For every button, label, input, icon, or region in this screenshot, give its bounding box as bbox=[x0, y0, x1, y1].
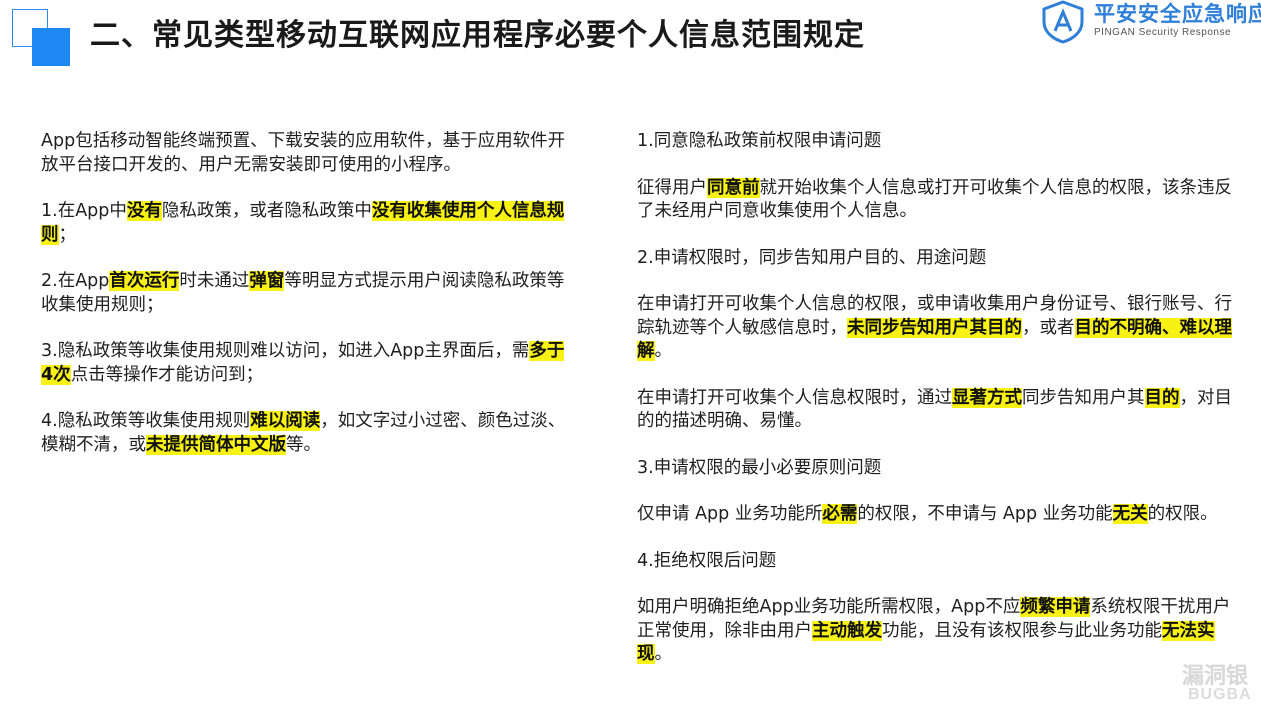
paragraph-text: 2.在App bbox=[41, 271, 110, 291]
paragraph-text: 3.申请权限的最小必要原则问题 bbox=[637, 457, 882, 478]
left-paragraph: 1.在App中没有隐私政策，或者隐私政策中没有收集使用个人信息规则； bbox=[41, 200, 571, 247]
brand-logo: 平安安全应急响应 PINGAN Security Response bbox=[1040, 0, 1261, 48]
paragraph-text: ； bbox=[58, 224, 77, 245]
highlighted-text: 未同步告知用户其目的 bbox=[847, 317, 1022, 338]
right-paragraph: 2.申请权限时，同步告知用户目的、用途问题 bbox=[637, 247, 1232, 271]
logo-text-cn: 平安安全应急响应 bbox=[1094, 2, 1261, 26]
shield-icon bbox=[1042, 0, 1084, 44]
highlighted-text: 同意前 bbox=[707, 177, 760, 198]
right-paragraph: 1.同意隐私政策前权限申请问题 bbox=[637, 130, 1232, 154]
paragraph-text: 1.同意隐私政策前权限申请问题 bbox=[637, 131, 882, 151]
paragraph-text: 功能，且没有该权限参与此业务功能 bbox=[882, 620, 1162, 641]
right-paragraph: 如用户明确拒绝App业务功能所需权限，App不应频繁申请系统权限干扰用户正常使用… bbox=[637, 596, 1232, 667]
paragraph-text: 在申请打开可收集个人信息权限时，通过 bbox=[637, 387, 952, 408]
highlighted-text: 难以阅读 bbox=[250, 411, 321, 431]
paragraph-text: 。 bbox=[654, 644, 673, 664]
right-paragraph: 在申请打开可收集个人信息的权限，或申请收集用户身份证号、银行账号、行踪轨迹等个人… bbox=[637, 293, 1232, 364]
paragraph-text: 4.拒绝权限后问题 bbox=[637, 550, 777, 571]
paragraph-text: 点击等操作才能访问到； bbox=[70, 364, 264, 385]
highlighted-text: 显著方式 bbox=[952, 387, 1022, 408]
paragraph-text: 隐私政策，或者隐私政策中 bbox=[161, 201, 372, 221]
paragraph-text: 征得用户 bbox=[637, 177, 707, 198]
paragraph-text: 等。 bbox=[286, 434, 321, 455]
paragraph-text: 仅申请 App 业务功能所 bbox=[637, 504, 823, 524]
logo-text-en: PINGAN Security Response bbox=[1094, 27, 1232, 38]
left-paragraph: 2.在App首次运行时未通过弹窗等明显方式提示用户阅读隐私政策等收集使用规则； bbox=[41, 270, 571, 317]
filled-square bbox=[32, 28, 70, 66]
highlighted-text: 未提供简体中文版 bbox=[146, 434, 286, 455]
paragraph-text: 时未通过 bbox=[179, 271, 250, 291]
right-paragraph: 4.拒绝权限后问题 bbox=[637, 550, 1232, 574]
paragraph-text: 1.在App中 bbox=[41, 201, 127, 221]
paragraph-text: ，或者 bbox=[1022, 317, 1075, 338]
left-paragraph: App包括移动智能终端预置、下载安装的应用软件，基于应用软件开放平台接口开发的、… bbox=[41, 130, 571, 177]
highlighted-text: 无关 bbox=[1112, 504, 1148, 524]
paragraph-text: 如用户明确拒绝App业务功能所需权限，App不应 bbox=[637, 597, 1021, 617]
paragraph-text: 3.隐私政策等收集使用规则难以访问，如进入App主界面后，需 bbox=[41, 341, 530, 361]
right-paragraph: 在申请打开可收集个人信息权限时，通过显著方式同步告知用户其目的，对目的的描述明确… bbox=[637, 387, 1232, 434]
highlighted-text: 目的 bbox=[1144, 387, 1180, 408]
highlighted-text: 弹窗 bbox=[249, 271, 285, 291]
paragraph-text: App包括移动智能终端预置、下载安装的应用软件，基于应用软件开放平台接口开发的、… bbox=[41, 131, 566, 175]
paragraph-text: 同步告知用户其 bbox=[1022, 387, 1145, 408]
paragraph-text: 的权限，不申请与 App 业务功能 bbox=[857, 504, 1113, 524]
page-title: 二、常见类型移动互联网应用程序必要个人信息范围规定 bbox=[90, 18, 865, 53]
left-paragraph: 3.隐私政策等收集使用规则难以访问，如进入App主界面后，需多于4次点击等操作才… bbox=[41, 340, 571, 387]
highlighted-text: 频繁申请 bbox=[1020, 597, 1091, 617]
left-paragraph: 4.隐私政策等收集使用规则难以阅读，如文字过小过密、颜色过淡、模糊不清，或未提供… bbox=[41, 410, 571, 457]
highlighted-text: 首次运行 bbox=[109, 271, 180, 291]
highlighted-text: 主动触发 bbox=[812, 620, 882, 641]
right-paragraph: 仅申请 App 业务功能所必需的权限，不申请与 App 业务功能无关的权限。 bbox=[637, 503, 1232, 527]
left-column: App包括移动智能终端预置、下载安装的应用软件，基于应用软件开放平台接口开发的、… bbox=[41, 130, 571, 480]
highlighted-text: 没有 bbox=[126, 201, 162, 221]
watermark-en: BUGBA bbox=[1188, 686, 1252, 703]
paragraph-text: 2.申请权限时，同步告知用户目的、用途问题 bbox=[637, 247, 987, 268]
right-paragraph: 征得用户同意前就开始收集个人信息或打开可收集个人信息的权限，该条违反了未经用户同… bbox=[637, 177, 1232, 224]
paragraph-text: 4.隐私政策等收集使用规则 bbox=[41, 411, 251, 431]
paragraph-text: 。 bbox=[654, 341, 673, 361]
paragraph-text: 的权限。 bbox=[1147, 504, 1218, 524]
right-paragraph: 3.申请权限的最小必要原则问题 bbox=[637, 457, 1232, 481]
highlighted-text: 必需 bbox=[822, 504, 858, 524]
right-column: 1.同意隐私政策前权限申请问题征得用户同意前就开始收集个人信息或打开可收集个人信… bbox=[637, 130, 1232, 690]
